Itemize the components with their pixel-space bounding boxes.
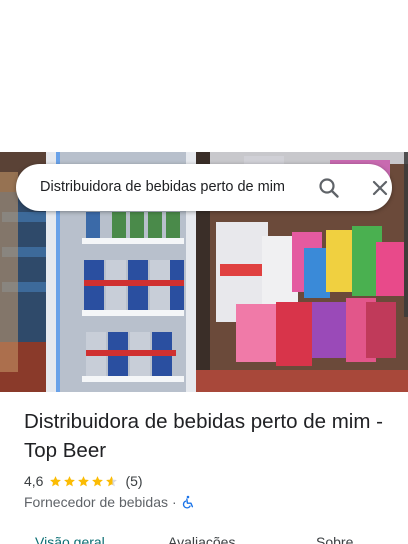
search-bar[interactable]: Distribuidora de bebidas perto de mim	[16, 164, 392, 211]
star-icon	[106, 475, 118, 486]
search-icon[interactable]	[317, 176, 341, 200]
star-icon	[78, 475, 90, 486]
category-row: Fornecedor de bebidas ·	[24, 493, 195, 511]
place-category: Fornecedor de bebidas	[24, 494, 168, 510]
photo-scrollbar[interactable]	[404, 152, 408, 317]
rating-row[interactable]: 4,6 (5)	[24, 472, 143, 490]
place-title: Distribuidora de bebidas perto de mim - …	[24, 410, 383, 462]
search-input[interactable]: Distribuidora de bebidas perto de mim	[40, 164, 303, 211]
tab-reviews[interactable]: Avaliações	[168, 533, 235, 544]
rating-stars	[49, 475, 119, 488]
rating-value: 4,6	[24, 473, 44, 489]
star-icon	[50, 475, 62, 486]
map-blank-area	[0, 0, 408, 152]
tab-overview[interactable]: Visão geral	[35, 533, 105, 544]
star-icon	[92, 475, 104, 486]
place-tabs: Visão geral Avaliações Sobre	[0, 528, 408, 544]
separator-dot: ·	[172, 494, 177, 510]
review-count[interactable]: (5)	[125, 473, 142, 489]
wheelchair-accessible-icon	[181, 495, 195, 509]
star-icon	[64, 475, 76, 486]
close-icon[interactable]	[368, 176, 392, 200]
tab-about[interactable]: Sobre	[316, 533, 353, 544]
